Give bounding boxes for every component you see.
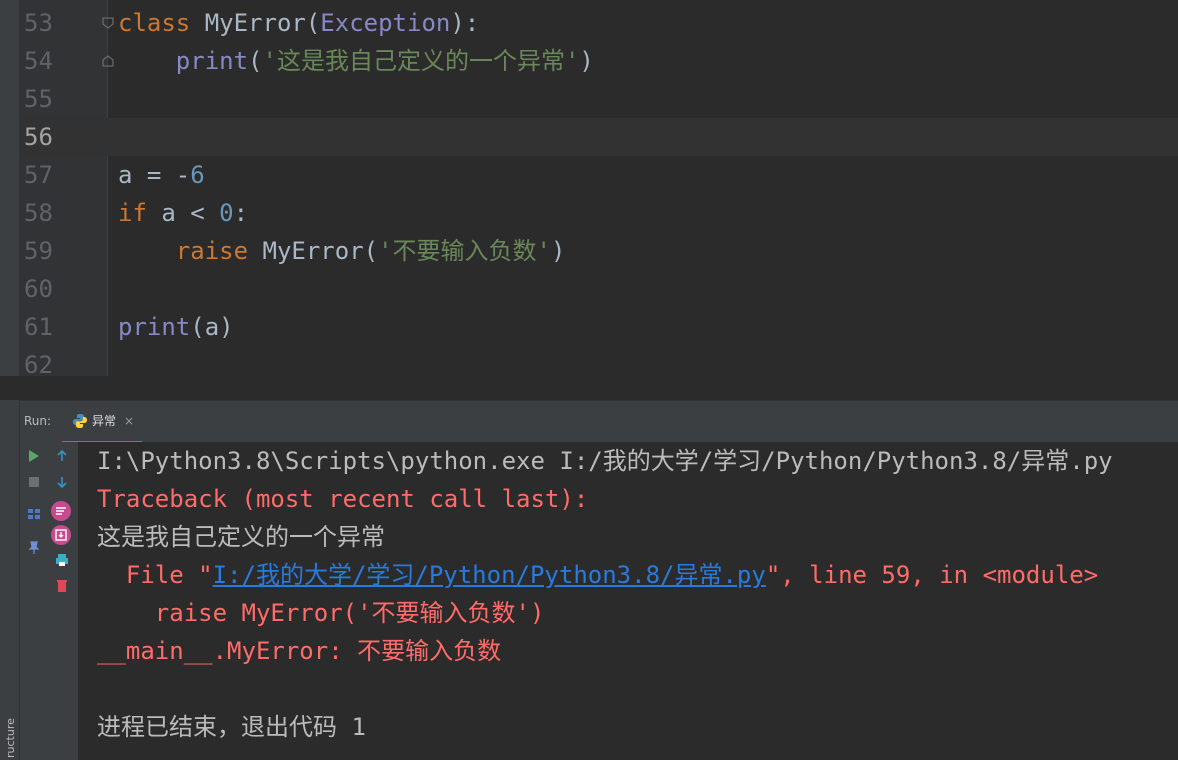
line-number: 58 bbox=[24, 199, 53, 227]
code-token: (a) bbox=[190, 313, 234, 341]
python-icon bbox=[73, 414, 87, 428]
up-arrow-icon[interactable] bbox=[54, 448, 70, 464]
code-token: '这是我自己定义的一个异常' bbox=[262, 47, 580, 75]
code-token: '不要输入负数' bbox=[378, 237, 551, 265]
down-arrow-icon[interactable] bbox=[54, 474, 70, 490]
code-token: ): bbox=[450, 9, 480, 37]
console-text: 进程已结束，退出代码 1 bbox=[97, 713, 366, 741]
line-number: 59 bbox=[24, 237, 53, 265]
console-line: File "I:/我的大学/学习/Python/Python3.8/异常.py"… bbox=[97, 556, 1098, 594]
code-token: 6 bbox=[190, 161, 205, 189]
line-number: 53 bbox=[24, 9, 53, 37]
code-token: ) bbox=[579, 47, 594, 75]
run-tab[interactable]: 异常 × bbox=[62, 401, 142, 444]
run-label: Run: bbox=[24, 414, 52, 428]
rerun-icon[interactable] bbox=[26, 448, 42, 464]
code-token: ( bbox=[248, 47, 263, 75]
editor-bottom-area bbox=[0, 376, 1178, 400]
current-line-highlight bbox=[108, 118, 1178, 156]
console-line: Traceback (most recent call last): bbox=[97, 480, 588, 518]
console-text: raise MyError('不要输入负数') bbox=[97, 599, 545, 627]
line-number: 56 bbox=[20, 118, 108, 156]
code-token: a = - bbox=[118, 161, 191, 189]
code-token: print bbox=[175, 47, 249, 75]
console-line: 这是我自己定义的一个异常 bbox=[97, 518, 385, 556]
code-line[interactable]: if a < 0: bbox=[118, 194, 248, 232]
code-token: ) bbox=[551, 237, 566, 265]
code-line[interactable]: a = -6 bbox=[118, 156, 205, 194]
console-text: Traceback (most recent call last): bbox=[97, 485, 589, 513]
code-token: if bbox=[118, 199, 162, 227]
file-path-link[interactable]: I:/我的大学/学习/Python/Python3.8/异常.py bbox=[213, 561, 766, 589]
code-token: MyError( bbox=[262, 237, 379, 265]
console-line: I:\Python3.8\Scripts\python.exe I:/我的大学/… bbox=[97, 442, 1113, 480]
code-line[interactable]: print('这是我自己定义的一个异常') bbox=[118, 42, 594, 80]
tab-title: 异常 bbox=[92, 414, 117, 428]
code-line[interactable]: class MyError(Exception): bbox=[118, 4, 479, 42]
run-toolbar bbox=[20, 442, 78, 760]
fold-close-icon[interactable] bbox=[100, 53, 116, 69]
layout-icon[interactable] bbox=[26, 506, 42, 522]
console-line: raise MyError('不要输入负数') bbox=[97, 594, 545, 632]
code-token: a < bbox=[161, 199, 220, 227]
code-token: print bbox=[118, 313, 191, 341]
console-line: __main__.MyError: 不要输入负数 bbox=[97, 632, 501, 670]
stop-icon[interactable] bbox=[26, 474, 42, 490]
console-text: File " bbox=[97, 561, 213, 589]
scroll-to-end-icon[interactable] bbox=[50, 524, 72, 546]
print-icon[interactable] bbox=[54, 552, 70, 568]
console-text: I:\Python3.8\Scripts\python.exe I:/我的大学/… bbox=[97, 447, 1113, 475]
console-output[interactable]: I:\Python3.8\Scripts\python.exe I:/我的大学/… bbox=[78, 442, 1178, 760]
line-number: 60 bbox=[24, 275, 53, 303]
soft-wrap-icon[interactable] bbox=[50, 500, 72, 522]
code-token: Exception bbox=[320, 9, 451, 37]
console-line: 进程已结束，退出代码 1 bbox=[97, 708, 366, 746]
run-panel-header: Run: 异常 × bbox=[20, 400, 1178, 444]
code-line[interactable]: raise MyError('不要输入负数') bbox=[118, 232, 566, 270]
pin-icon[interactable] bbox=[26, 540, 42, 556]
trash-icon[interactable] bbox=[54, 578, 70, 594]
line-number: 61 bbox=[24, 313, 53, 341]
code-token: 0 bbox=[219, 199, 234, 227]
line-number: 57 bbox=[24, 161, 53, 189]
close-tab-icon[interactable]: × bbox=[124, 401, 134, 441]
code-token: MyError( bbox=[204, 9, 321, 37]
code-token: class bbox=[118, 9, 205, 37]
console-text: ", line 59, in <module> bbox=[765, 561, 1099, 589]
code-token: : bbox=[233, 199, 249, 227]
fold-open-icon[interactable] bbox=[100, 15, 116, 31]
line-number: 54 bbox=[24, 47, 53, 75]
line-number: 55 bbox=[24, 85, 53, 113]
structure-tool-window-label[interactable]: ructure bbox=[4, 700, 18, 758]
code-token: raise bbox=[175, 237, 263, 265]
code-line[interactable]: print(a) bbox=[118, 308, 234, 346]
console-text: __main__.MyError: 不要输入负数 bbox=[97, 637, 502, 665]
line-number: 62 bbox=[24, 351, 53, 379]
console-text: 这是我自己定义的一个异常 bbox=[97, 523, 385, 551]
